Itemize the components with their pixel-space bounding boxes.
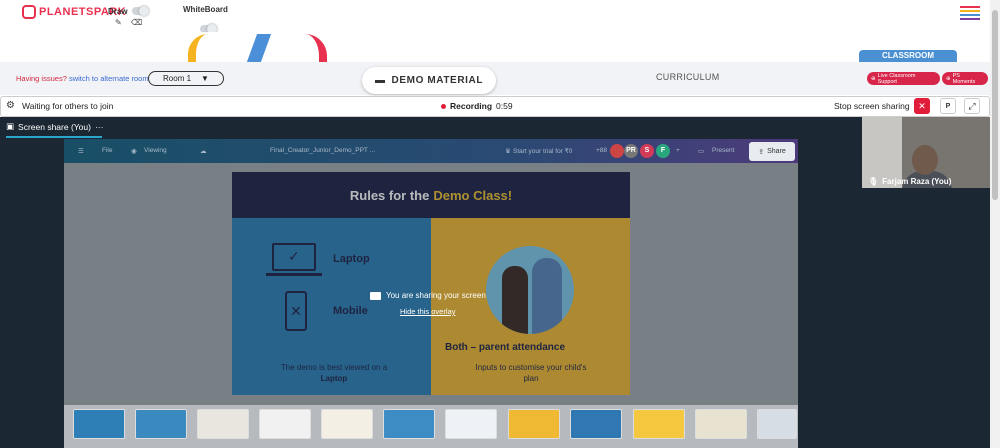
crown-icon: ♛ [505,148,511,155]
plus-icon: ⊕ [871,75,876,82]
pencil-icon[interactable]: ✎ [115,18,122,27]
menu-icon[interactable] [960,6,980,22]
sharing-overlay [64,163,798,405]
room-select[interactable]: Room 1 ▼ [148,71,224,86]
logo-icon [22,5,36,19]
live-support-button[interactable]: ⊕ Live Classroom Support [867,72,940,85]
cloud-check-icon: ☁ [200,148,207,155]
monitor-icon: ▣ [6,121,15,131]
slide-thumbnail [135,409,187,439]
upload-icon: ⇪ [758,148,765,156]
monitor-icon [370,291,381,300]
sharing-message: You are sharing your screen [370,291,486,300]
avatar [610,144,624,158]
stop-sharing-label: Stop screen sharing [834,101,910,111]
screen-share-tab[interactable]: ▣ Screen share (You) ··· [6,121,103,132]
slide-thumbnail [197,409,249,439]
eye-icon: ◉ [131,148,137,155]
eraser-icon[interactable]: ⌫ [131,18,142,27]
slide-thumbnail [570,409,622,439]
hamburger-icon: ☰ [78,148,84,155]
more-icon[interactable]: ··· [95,122,104,132]
slide-thumbnail [73,409,125,439]
folder-icon: ▬ [374,75,386,86]
slide-thumbnail [383,409,435,439]
fullscreen-icon[interactable]: ⤢ [964,98,980,114]
slide-thumbnail [508,409,560,439]
share-button: ⇪ Share [749,142,795,161]
gear-icon[interactable]: ⚙ [6,100,15,111]
waiting-status: Waiting for others to join [22,101,114,111]
alternate-room-link[interactable]: switch to alternate room [69,74,149,83]
present-icon: ▭ [698,148,705,155]
avatar: S [640,144,654,158]
viewing-menu: Viewing [144,147,167,154]
slide-thumbnail [445,409,497,439]
slide-thumbnail [633,409,685,439]
curriculum-tab[interactable]: CURRICULUM [656,72,720,82]
demo-material-button[interactable]: ▬ DEMO MATERIAL [362,67,496,94]
slide-thumbnail [757,409,797,439]
file-menu: File [102,147,113,154]
shared-app-toolbar [64,139,798,163]
plus-icon: ⊕ [946,75,951,82]
dropdown-arrow-icon: ▼ [201,74,209,83]
avatar: F [656,144,670,158]
slide-thumbnail [695,409,747,439]
hide-overlay-link[interactable]: Hide this overlay [400,307,455,316]
trial-text: Start your trial for ₹0 [513,148,573,155]
avatar: PR [624,144,638,158]
scrollbar-thumb[interactable] [992,10,998,200]
draw-toggle[interactable] [132,6,149,16]
participant-name: 🎙 Farjam Raza (You) [868,177,952,186]
record-dot-icon [441,103,446,109]
collaborator-count: +88 [596,147,608,154]
p-button[interactable]: P [940,98,956,114]
recording-indicator: Recording 0:59 [441,101,513,111]
stop-sharing-button[interactable]: ✕ [914,98,930,114]
add-icon: + [676,147,680,154]
top-header [0,0,1000,32]
draw-label: Draw [108,7,128,16]
microphone-icon: 🎙 [868,177,879,186]
whiteboard-label: WhiteBoard [183,5,228,14]
decoration-band [0,32,990,62]
present-button: Present [712,147,735,154]
slide-thumbnail [321,409,373,439]
slide-thumbnail [259,409,311,439]
ps-moments-button[interactable]: ⊕ PS Moments [942,72,988,85]
document-title: Final_Creator_Junior_Demo_PPT ... [270,147,376,154]
issues-notice: Having issues? switch to alternate room [16,74,149,83]
tab-classroom[interactable]: CLASSROOM [859,50,957,62]
tab-underline [6,136,102,138]
